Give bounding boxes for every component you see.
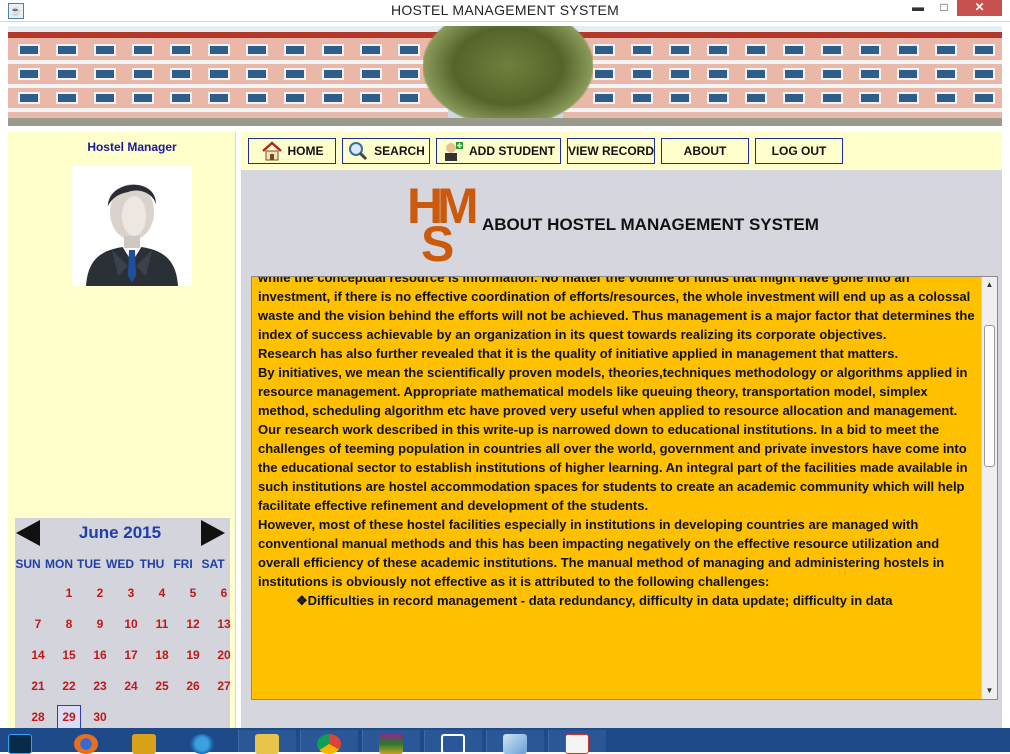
scrollbar-thumb[interactable]: [984, 325, 995, 467]
chrome-icon[interactable]: [300, 730, 358, 754]
weekday-wed: WED: [106, 557, 134, 571]
close-button[interactable]: ✕: [957, 0, 1002, 16]
calendar-day[interactable]: 24: [119, 674, 143, 698]
calendar-day[interactable]: 7: [26, 612, 50, 636]
home-button[interactable]: HOME: [248, 138, 336, 164]
calendar-day[interactable]: 10: [119, 612, 143, 636]
about-button-label: ABOUT: [683, 144, 727, 158]
add-student-button-label: ADD STUDENT: [469, 144, 555, 158]
calendar-day[interactable]: 26: [181, 674, 205, 698]
vertical-scrollbar[interactable]: ▲ ▼: [981, 277, 997, 699]
calendar-day[interactable]: 1: [57, 581, 81, 605]
navigation-bar: HOME SEARCH ADD STUDENT VIEW RECORD ABOU…: [241, 132, 1002, 170]
word-icon[interactable]: [424, 730, 482, 754]
calendar-day[interactable]: 17: [119, 643, 143, 667]
weekday-tue: TUE: [77, 557, 101, 571]
calendar-day[interactable]: 12: [181, 612, 205, 636]
calendar-month-label: June 2015: [78, 523, 162, 542]
calendar-day[interactable]: 14: [26, 643, 50, 667]
about-bullet: ❖Difficulties in record management - dat…: [296, 593, 893, 608]
calendar-day[interactable]: 27: [212, 674, 236, 698]
java-icon[interactable]: [548, 730, 606, 754]
weekday-sun: SUN: [15, 557, 41, 571]
weekday-thu: THU: [139, 557, 165, 571]
calendar-day[interactable]: 25: [150, 674, 174, 698]
weekday-sat: SAT: [201, 557, 225, 571]
main-content-area: HOME SEARCH ADD STUDENT VIEW RECORD ABOU…: [241, 132, 1002, 728]
home-icon: [261, 141, 283, 161]
view-record-button-label: VIEW RECORD: [568, 144, 655, 158]
calendar-day[interactable]: 11: [150, 612, 174, 636]
add-student-button[interactable]: ADD STUDENT: [436, 138, 561, 164]
add-user-icon: [442, 141, 464, 161]
about-button[interactable]: ABOUT: [661, 138, 749, 164]
calendar-day[interactable]: 30: [88, 705, 112, 729]
search-button-label: SEARCH: [374, 144, 425, 158]
logo-letter-s: S: [421, 216, 455, 272]
search-button[interactable]: SEARCH: [342, 138, 430, 164]
tools-icon[interactable]: [116, 730, 174, 754]
app-cube-icon[interactable]: [486, 730, 544, 754]
weekday-fri: FRI: [173, 557, 193, 571]
tree-image: [423, 26, 593, 126]
previous-month-arrow-icon[interactable]: [16, 520, 40, 546]
hostel-banner-image: [8, 26, 1002, 126]
hms-logo: H M S: [407, 181, 479, 272]
logout-button[interactable]: LOG OUT: [755, 138, 843, 164]
calendar-day[interactable]: 15: [57, 643, 81, 667]
network-icon[interactable]: [174, 730, 232, 754]
calendar-day[interactable]: 13: [212, 612, 236, 636]
calendar-day[interactable]: 2: [88, 581, 112, 605]
calendar-day[interactable]: 20: [212, 643, 236, 667]
window-title-bar: ☕ HOSTEL MANAGEMENT SYSTEM ▬ □ ✕: [0, 0, 1010, 22]
calendar-day[interactable]: 3: [119, 581, 143, 605]
about-text-content: while the conceptual resource is informa…: [258, 276, 978, 610]
calendar-widget: June 2015 SUN MON TUE WED THU FRI SAT 1 …: [15, 518, 231, 740]
next-month-arrow-icon[interactable]: [201, 520, 225, 546]
folder-icon[interactable]: [238, 730, 296, 754]
scroll-up-arrow-icon[interactable]: ▲: [982, 277, 997, 293]
calendar-header: June 2015: [15, 518, 230, 548]
windows-taskbar: [0, 728, 1010, 754]
logout-button-label: LOG OUT: [771, 144, 827, 158]
calendar-day[interactable]: 16: [88, 643, 112, 667]
calendar-day[interactable]: 4: [150, 581, 174, 605]
calendar-day[interactable]: 28: [26, 705, 50, 729]
about-paragraph: By initiatives, we mean the scientifical…: [258, 365, 968, 418]
calendar-day[interactable]: 22: [57, 674, 81, 698]
manager-label: Hostel Manager: [87, 140, 177, 154]
building-right: [563, 32, 1002, 126]
calendar-day[interactable]: 6: [212, 581, 236, 605]
about-paragraph: However, most of these hostel facilities…: [258, 517, 945, 589]
window-title: HOSTEL MANAGEMENT SYSTEM: [390, 2, 620, 18]
page-title: ABOUT HOSTEL MANAGEMENT SYSTEM: [482, 215, 819, 234]
about-paragraph: Research has also further revealed that …: [258, 346, 899, 361]
minimize-button[interactable]: ▬: [905, 0, 931, 16]
building-left: [8, 32, 448, 126]
photoshop-icon[interactable]: [0, 730, 58, 754]
calendar-day[interactable]: 19: [181, 643, 205, 667]
about-paragraph: Our research work described in this writ…: [258, 422, 968, 513]
about-paragraph: while the conceptual resource is informa…: [258, 276, 975, 342]
calendar-day[interactable]: 9: [88, 612, 112, 636]
maximize-button[interactable]: □: [932, 0, 956, 16]
calendar-day[interactable]: 21: [26, 674, 50, 698]
weekday-mon: MON: [45, 557, 73, 571]
winrar-icon[interactable]: [362, 730, 420, 754]
calendar-day[interactable]: 5: [181, 581, 205, 605]
calendar-day-selected[interactable]: 29: [57, 705, 81, 729]
calendar-day[interactable]: 8: [57, 612, 81, 636]
firefox-icon[interactable]: [58, 730, 116, 754]
about-text-area[interactable]: while the conceptual resource is informa…: [251, 276, 998, 700]
manager-avatar-icon: [72, 166, 192, 286]
calendar-day[interactable]: 23: [88, 674, 112, 698]
scroll-down-arrow-icon[interactable]: ▼: [982, 683, 997, 699]
view-record-button[interactable]: VIEW RECORD: [567, 138, 655, 164]
home-button-label: HOME: [287, 144, 324, 158]
search-icon: [347, 141, 369, 161]
calendar-day[interactable]: 18: [150, 643, 174, 667]
